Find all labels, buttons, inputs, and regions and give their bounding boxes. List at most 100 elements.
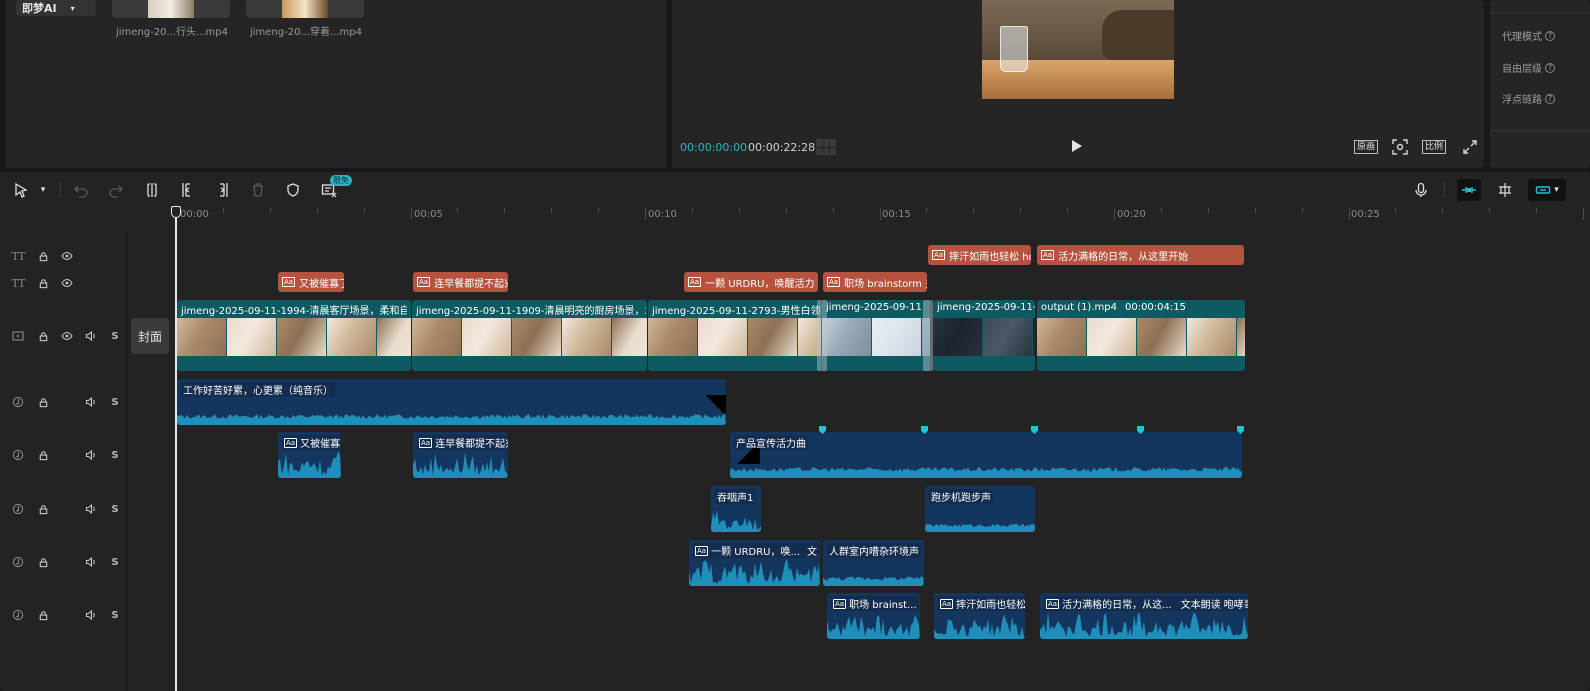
fullscreen-focus-icon[interactable] xyxy=(1392,139,1408,155)
video-frame-thumbnail xyxy=(1187,318,1237,356)
lock-icon[interactable] xyxy=(36,329,50,343)
audio-clip[interactable]: Aa 摔汗如雨也轻松 xyxy=(934,593,1025,639)
video-frame-thumbnail xyxy=(612,318,647,356)
cover-button[interactable]: 封面 xyxy=(131,318,169,354)
expand-icon[interactable] xyxy=(1462,139,1478,155)
media-source-tag[interactable]: 即梦AI ▾ xyxy=(16,0,96,16)
playhead-handle[interactable] xyxy=(171,206,181,218)
select-cursor-icon[interactable] xyxy=(12,181,30,199)
fade-out-handle[interactable] xyxy=(702,395,726,413)
speaker-icon[interactable] xyxy=(84,502,98,516)
setting-float-link[interactable]: 浮点链路 ? xyxy=(1502,91,1555,106)
video-frame-thumbnail xyxy=(327,318,377,356)
redo-icon[interactable] xyxy=(107,181,125,199)
text-clip[interactable]: Aa 职场 brainstorm 多 xyxy=(823,272,927,292)
text-clip[interactable]: Aa 又被催寡了 xyxy=(278,272,344,292)
lock-icon[interactable] xyxy=(36,448,50,462)
setting-proxy-mode[interactable]: 代理模式 ? xyxy=(1502,28,1555,43)
microphone-icon[interactable] xyxy=(1412,181,1430,199)
audio-clip[interactable]: Aa 活力满格的日常，从这... 文本朗读 咆哮哥 xyxy=(1040,593,1248,639)
lock-icon[interactable] xyxy=(36,608,50,622)
video-clip[interactable]: jimeng-2025-09-11-1994-清晨客厅场景，柔和自然 xyxy=(177,300,411,371)
snap-icon[interactable] xyxy=(1496,181,1514,199)
audio-clip[interactable]: Aa 职场 brainst... xyxy=(827,593,920,639)
solo-button[interactable]: S xyxy=(108,329,122,343)
transition-handle[interactable] xyxy=(923,300,933,371)
setting-free-layer[interactable]: 自由层级 ? xyxy=(1502,60,1555,75)
audio-clip[interactable]: 工作好苦好累，心更累（纯音乐） xyxy=(177,379,726,425)
lock-icon[interactable] xyxy=(36,249,50,263)
audio-clip[interactable]: 产品宣传活力曲 xyxy=(730,432,1242,478)
eye-icon[interactable] xyxy=(60,329,74,343)
audio-clip-label: 跑步机跑步声 xyxy=(929,489,993,504)
video-frame-thumbnail xyxy=(698,318,748,356)
eye-icon[interactable] xyxy=(60,276,74,290)
video-thumbnails xyxy=(177,318,411,356)
shield-icon[interactable] xyxy=(284,181,302,199)
speaker-icon[interactable] xyxy=(84,555,98,569)
aspect-ratio-button[interactable]: 比例 xyxy=(1422,140,1447,154)
media-item[interactable] xyxy=(246,0,364,18)
video-clip[interactable]: jimeng-2025-09-11-2793-男性白领陷 xyxy=(648,300,821,371)
trim-left-icon[interactable] xyxy=(178,181,196,199)
text-track-icon: TT xyxy=(11,249,26,263)
speaker-icon[interactable] xyxy=(84,395,98,409)
toolbar-divider xyxy=(60,182,61,198)
audio-clip-label: Aa 职场 brainst... xyxy=(831,596,919,611)
media-item[interactable] xyxy=(112,0,230,18)
audio-clip[interactable]: Aa 连早餐都提不起兴 xyxy=(413,432,508,478)
video-clip[interactable]: jimeng-2025-09-11- xyxy=(933,300,1035,371)
text-clip[interactable]: Aa 摔汗如雨也轻松 hc xyxy=(928,245,1031,265)
help-icon[interactable]: ? xyxy=(1545,62,1555,73)
video-frame-thumbnail xyxy=(648,318,698,356)
text-clip[interactable]: Aa 连早餐都提不起兴 xyxy=(413,272,508,292)
video-clip[interactable]: jimeng-2025-09-11 xyxy=(822,300,930,371)
lock-icon[interactable] xyxy=(36,276,50,290)
audio-clip[interactable]: Aa 一颗 URDRU，唤... 文 xyxy=(689,540,820,586)
ruler-tick xyxy=(926,208,928,213)
video-clip[interactable]: output (1).mp4 00:00:04:15 xyxy=(1037,300,1245,371)
playhead[interactable] xyxy=(175,206,177,691)
fade-in-handle[interactable] xyxy=(730,448,760,464)
transition-handle[interactable] xyxy=(817,300,827,371)
waveform-shape xyxy=(413,452,508,478)
trim-right-icon[interactable] xyxy=(214,181,232,199)
help-icon[interactable]: ? xyxy=(1545,93,1555,104)
split-icon[interactable] xyxy=(143,181,161,199)
solo-button[interactable]: S xyxy=(108,555,122,569)
audio-clip[interactable]: 人群室内嘈杂环境声 xyxy=(823,540,924,586)
video-thumbnails xyxy=(648,318,821,356)
video-clip[interactable]: jimeng-2025-09-11-1909-清晨明亮的厨房场景，2 xyxy=(412,300,647,371)
solo-button[interactable]: S xyxy=(108,502,122,516)
chevron-down-icon[interactable]: ▾ xyxy=(34,181,52,199)
solo-button[interactable]: S xyxy=(108,448,122,462)
lock-icon[interactable] xyxy=(36,395,50,409)
video-clip-label: jimeng-2025-09-11-1994-清晨客厅场景，柔和自然 xyxy=(181,306,407,317)
audio-clip[interactable]: Aa又被催寡了 xyxy=(278,432,341,478)
current-time: 00:00:00:00 xyxy=(680,141,748,154)
lock-icon[interactable] xyxy=(36,502,50,516)
text-clip[interactable]: Aa 一颗 URDRU，唤醒活力 xyxy=(684,272,818,292)
main-track-magnet-toggle[interactable] xyxy=(1457,179,1481,201)
speaker-icon[interactable] xyxy=(84,608,98,622)
undo-icon[interactable] xyxy=(72,181,90,199)
speaker-icon[interactable] xyxy=(84,448,98,462)
original-quality-button[interactable]: 原画 xyxy=(1354,140,1379,154)
solo-button[interactable]: S xyxy=(108,608,122,622)
solo-button[interactable]: S xyxy=(108,395,122,409)
audio-clip[interactable]: 吞咽声1 xyxy=(711,486,761,532)
lock-icon[interactable] xyxy=(36,555,50,569)
audio-clip[interactable]: 跑步机跑步声 xyxy=(925,486,1035,532)
speaker-icon[interactable] xyxy=(84,329,98,343)
help-icon[interactable]: ? xyxy=(1545,30,1555,41)
ruler-tick xyxy=(363,208,365,213)
ruler-tick xyxy=(1254,208,1256,213)
link-toggle[interactable]: ▾ xyxy=(1528,179,1566,201)
audio-clip-label: 人群室内嘈杂环境声 xyxy=(827,543,921,558)
video-frame-thumbnail xyxy=(1237,318,1245,356)
delete-icon[interactable] xyxy=(249,181,267,199)
play-icon[interactable] xyxy=(1072,140,1082,152)
eye-icon[interactable] xyxy=(60,249,74,263)
text-clip[interactable]: Aa 活力满格的日常，从这里开始 xyxy=(1037,245,1244,265)
timecode-grid-icon[interactable] xyxy=(816,139,836,155)
